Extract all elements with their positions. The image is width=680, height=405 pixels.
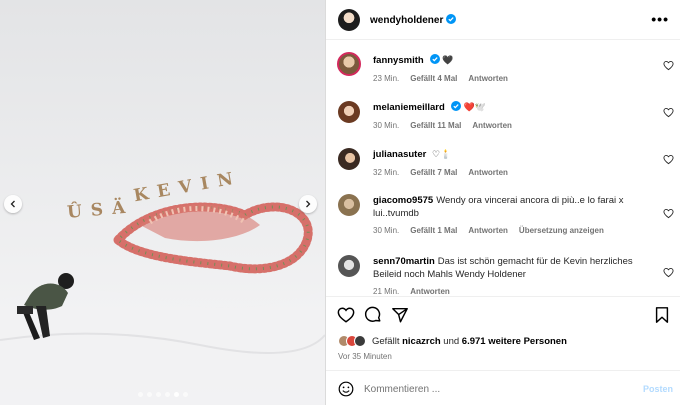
commenter-avatar[interactable] — [338, 194, 360, 216]
comment-username[interactable]: melaniemeillard — [373, 102, 445, 113]
likes-text[interactable]: Gefällt nicazrch und 6.971 weitere Perso… — [372, 336, 567, 347]
post-actions: Gefällt nicazrch und 6.971 weitere Perso… — [326, 296, 680, 368]
verified-badge-icon — [429, 54, 440, 64]
carousel-dot — [164, 392, 170, 397]
commenter-avatar[interactable] — [338, 148, 360, 170]
carousel-dot — [146, 392, 152, 397]
reply-button[interactable]: Antworten — [410, 287, 450, 295]
comment-bubble-icon[interactable] — [364, 306, 382, 324]
likes-prefix: Gefällt — [372, 335, 400, 347]
comment-likes[interactable]: Gefällt 4 Mal — [410, 74, 457, 83]
comment-time: 32 Min. — [373, 168, 400, 177]
comment-meta: 23 Min. Gefällt 4 Mal Antworten — [373, 74, 643, 83]
post-image[interactable]: ÛSÄ KEVIN — [0, 0, 325, 405]
comment-username[interactable]: julianasuter — [373, 149, 426, 160]
reply-button[interactable]: Antworten — [468, 226, 508, 235]
bookmark-save-icon[interactable] — [653, 306, 671, 324]
carousel-indicator — [0, 392, 325, 397]
comment-meta: 30 Min. Gefällt 11 Mal Antworten — [373, 121, 643, 130]
likes-summary: Gefällt nicazrch und 6.971 weitere Perso… — [338, 335, 567, 347]
comment-text: senn70martin Das ist schön gemacht für de… — [373, 255, 643, 281]
previous-image-button[interactable] — [4, 195, 22, 213]
reply-button[interactable]: Antworten — [468, 74, 508, 83]
likes-conjunction: und — [443, 335, 460, 347]
chevron-right-icon — [306, 200, 311, 208]
comment-text: fannysmith 🖤 — [373, 54, 643, 68]
comment-time: 21 Min. — [373, 287, 400, 295]
instagram-post: ÛSÄ KEVIN wendyholdener ••• fannysmith 🖤… — [0, 0, 680, 405]
share-send-icon[interactable] — [391, 306, 409, 324]
comment-meta: 21 Min. Antworten — [373, 287, 643, 295]
reply-button[interactable]: Antworten — [472, 121, 512, 130]
comment-body: ♡🕯️ — [431, 150, 452, 160]
comment-input[interactable] — [364, 380, 624, 398]
comment-username[interactable]: senn70martin — [373, 256, 435, 267]
commenter-avatar[interactable] — [338, 255, 360, 277]
comment-text: melaniemeillard ❤️🕊️ — [373, 101, 643, 115]
comment-body: 🖤 — [442, 56, 454, 66]
post-comment-button[interactable]: Posten — [643, 384, 673, 394]
carousel-dot-active — [173, 392, 179, 397]
comment-text: julianasuter ♡🕯️ — [373, 148, 643, 162]
comment-username[interactable]: giacomo9575 — [373, 195, 433, 206]
like-comment-heart-icon[interactable] — [663, 267, 674, 278]
add-comment-bar: Posten — [326, 370, 680, 405]
carousel-dot — [137, 392, 143, 397]
next-image-button[interactable] — [299, 195, 317, 213]
more-options-button[interactable]: ••• — [651, 11, 669, 27]
chevron-left-icon — [10, 200, 15, 208]
comment-username[interactable]: fannysmith — [373, 55, 424, 66]
author-username-text[interactable]: wendyholdener — [370, 15, 443, 26]
author-avatar[interactable] — [338, 8, 360, 31]
like-comment-heart-icon[interactable] — [663, 154, 674, 165]
comment-likes[interactable]: Gefällt 1 Mal — [410, 226, 457, 235]
carousel-dot — [155, 392, 161, 397]
carousel-dot — [182, 392, 188, 397]
emoji-smiley-icon[interactable] — [338, 381, 354, 397]
likes-count[interactable]: 6.971 weitere Personen — [462, 336, 567, 347]
like-comment-heart-icon[interactable] — [663, 60, 674, 71]
verified-badge-icon — [450, 101, 461, 111]
post-header: wendyholdener ••• — [326, 0, 680, 40]
post-timestamp[interactable]: Vor 35 Minuten — [338, 352, 392, 361]
comment-likes[interactable]: Gefällt 11 Mal — [410, 121, 461, 130]
comment-body: ❤️🕊️ — [463, 103, 486, 113]
comment-time: 30 Min. — [373, 226, 400, 235]
like-heart-icon[interactable] — [337, 306, 355, 324]
like-comment-heart-icon[interactable] — [663, 107, 674, 118]
snow-scene — [0, 0, 325, 405]
like-comment-heart-icon[interactable] — [663, 208, 674, 219]
comment-likes[interactable]: Gefällt 7 Mal — [410, 168, 457, 177]
post-details-panel: wendyholdener ••• fannysmith 🖤 23 Min. G… — [325, 0, 680, 405]
comment-time: 23 Min. — [373, 74, 400, 83]
comment-text: giacomo9575 Wendy ora vincerai ancora di … — [373, 194, 643, 220]
comment-meta: 32 Min. Gefällt 7 Mal Antworten — [373, 168, 643, 177]
commenter-avatar[interactable] — [338, 101, 360, 123]
comment-meta: 30 Min. Gefällt 1 Mal Antworten Übersetz… — [373, 226, 643, 235]
liker-avatar — [354, 335, 366, 347]
commenter-avatar[interactable] — [337, 52, 361, 76]
verified-badge-icon — [446, 13, 457, 24]
comment-time: 30 Min. — [373, 121, 400, 130]
author-username[interactable]: wendyholdener — [370, 13, 457, 26]
comments-list: fannysmith 🖤 23 Min. Gefällt 4 Mal Antwo… — [326, 41, 680, 295]
translate-button[interactable]: Übersetzung anzeigen — [519, 226, 604, 235]
reply-button[interactable]: Antworten — [468, 168, 508, 177]
liker-username[interactable]: nicazrch — [402, 336, 441, 347]
